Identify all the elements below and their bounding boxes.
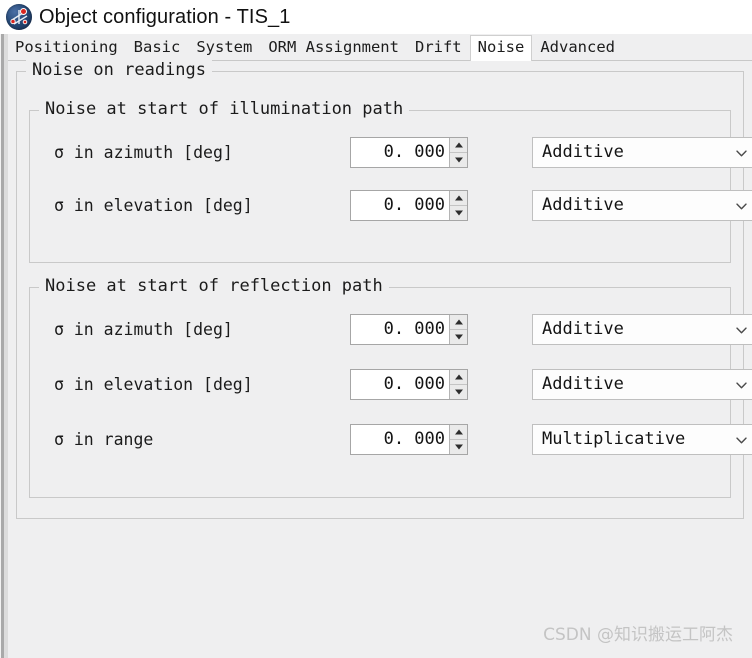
tab-orm-assignment[interactable]: ORM Assignment: [260, 36, 407, 61]
group-noise-on-readings-title: Noise on readings: [26, 60, 212, 80]
group-reflection-path: Noise at start of reflection path σ in a…: [29, 276, 752, 498]
spin-down-icon[interactable]: [450, 206, 467, 220]
watermark: CSDN @知识搬运工阿杰: [543, 625, 733, 645]
spinbox-illumination-elevation[interactable]: 0. 000: [350, 190, 468, 221]
combo-reflection-range-mode-value: Multiplicative: [542, 429, 686, 449]
spinbox-illumination-azimuth-value[interactable]: 0. 000: [351, 138, 449, 167]
group-reflection-path-title: Noise at start of reflection path: [39, 276, 389, 296]
spinbox-illumination-azimuth-buttons: [449, 138, 467, 167]
spinbox-reflection-azimuth[interactable]: 0. 000: [350, 314, 468, 345]
tab-drift[interactable]: Drift: [407, 36, 470, 61]
spin-down-icon[interactable]: [450, 330, 467, 344]
row-reflection-azimuth: σ in azimuth [deg] 0. 000 Additive: [30, 314, 752, 346]
combo-reflection-azimuth-mode[interactable]: Additive: [532, 314, 752, 345]
row-illumination-elevation: σ in elevation [deg] 0. 000 Additive: [30, 190, 752, 222]
chevron-down-icon: [736, 202, 747, 209]
tab-noise[interactable]: Noise: [469, 35, 533, 61]
chevron-down-icon: [736, 381, 747, 388]
spin-up-icon[interactable]: [450, 138, 467, 153]
spin-down-icon[interactable]: [450, 440, 467, 454]
combo-reflection-elevation-mode-value: Additive: [542, 374, 624, 394]
group-illumination-path-title: Noise at start of illumination path: [39, 99, 410, 119]
tab-positioning[interactable]: Positioning: [7, 36, 126, 61]
row-illumination-azimuth: σ in azimuth [deg] 0. 000 Additive: [30, 137, 752, 169]
satellite-icon: [6, 4, 32, 30]
spinbox-reflection-azimuth-buttons: [449, 315, 467, 344]
combo-illumination-azimuth-mode-value: Additive: [542, 142, 624, 162]
combo-reflection-elevation-mode[interactable]: Additive: [532, 369, 752, 400]
spinbox-illumination-elevation-value[interactable]: 0. 000: [351, 191, 449, 220]
combo-illumination-elevation-mode-value: Additive: [542, 195, 624, 215]
row-reflection-elevation: σ in elevation [deg] 0. 000 Additive: [30, 369, 752, 401]
tab-system[interactable]: System: [188, 36, 260, 61]
window-titlebar: Object configuration - TIS_1: [0, 0, 752, 34]
spinbox-reflection-range[interactable]: 0. 000: [350, 424, 468, 455]
spinbox-illumination-azimuth[interactable]: 0. 000: [350, 137, 468, 168]
combo-illumination-elevation-mode[interactable]: Additive: [532, 190, 752, 221]
group-noise-on-readings: Noise on readings Noise at start of illu…: [16, 60, 752, 519]
spinbox-reflection-elevation[interactable]: 0. 000: [350, 369, 468, 400]
tab-bar: Positioning Basic System ORM Assignment …: [0, 34, 752, 61]
row-reflection-range: σ in range 0. 000 Multiplicative: [30, 424, 752, 456]
spinbox-reflection-range-buttons: [449, 425, 467, 454]
spin-up-icon[interactable]: [450, 315, 467, 330]
tab-basic[interactable]: Basic: [126, 36, 189, 61]
label-illumination-azimuth: σ in azimuth [deg]: [54, 143, 233, 162]
window-left-edge: [0, 34, 8, 658]
spin-down-icon[interactable]: [450, 153, 467, 167]
tab-advanced[interactable]: Advanced: [532, 36, 623, 61]
spin-up-icon[interactable]: [450, 425, 467, 440]
label-reflection-azimuth: σ in azimuth [deg]: [54, 320, 233, 339]
spinbox-illumination-elevation-buttons: [449, 191, 467, 220]
spinbox-reflection-range-value[interactable]: 0. 000: [351, 425, 449, 454]
window-title: Object configuration - TIS_1: [39, 5, 291, 28]
group-illumination-path: Noise at start of illumination path σ in…: [29, 99, 752, 263]
chevron-down-icon: [736, 326, 747, 333]
spin-up-icon[interactable]: [450, 191, 467, 206]
spinbox-reflection-azimuth-value[interactable]: 0. 000: [351, 315, 449, 344]
spinbox-reflection-elevation-buttons: [449, 370, 467, 399]
label-reflection-range: σ in range: [54, 430, 154, 449]
spin-down-icon[interactable]: [450, 385, 467, 399]
noise-tab-panel: Noise on readings Noise at start of illu…: [8, 60, 752, 658]
spinbox-reflection-elevation-value[interactable]: 0. 000: [351, 370, 449, 399]
combo-reflection-azimuth-mode-value: Additive: [542, 319, 624, 339]
chevron-down-icon: [736, 436, 747, 443]
label-illumination-elevation: σ in elevation [deg]: [54, 196, 253, 215]
combo-illumination-azimuth-mode[interactable]: Additive: [532, 137, 752, 168]
label-reflection-elevation: σ in elevation [deg]: [54, 375, 253, 394]
chevron-down-icon: [736, 149, 747, 156]
combo-reflection-range-mode[interactable]: Multiplicative: [532, 424, 752, 455]
spin-up-icon[interactable]: [450, 370, 467, 385]
